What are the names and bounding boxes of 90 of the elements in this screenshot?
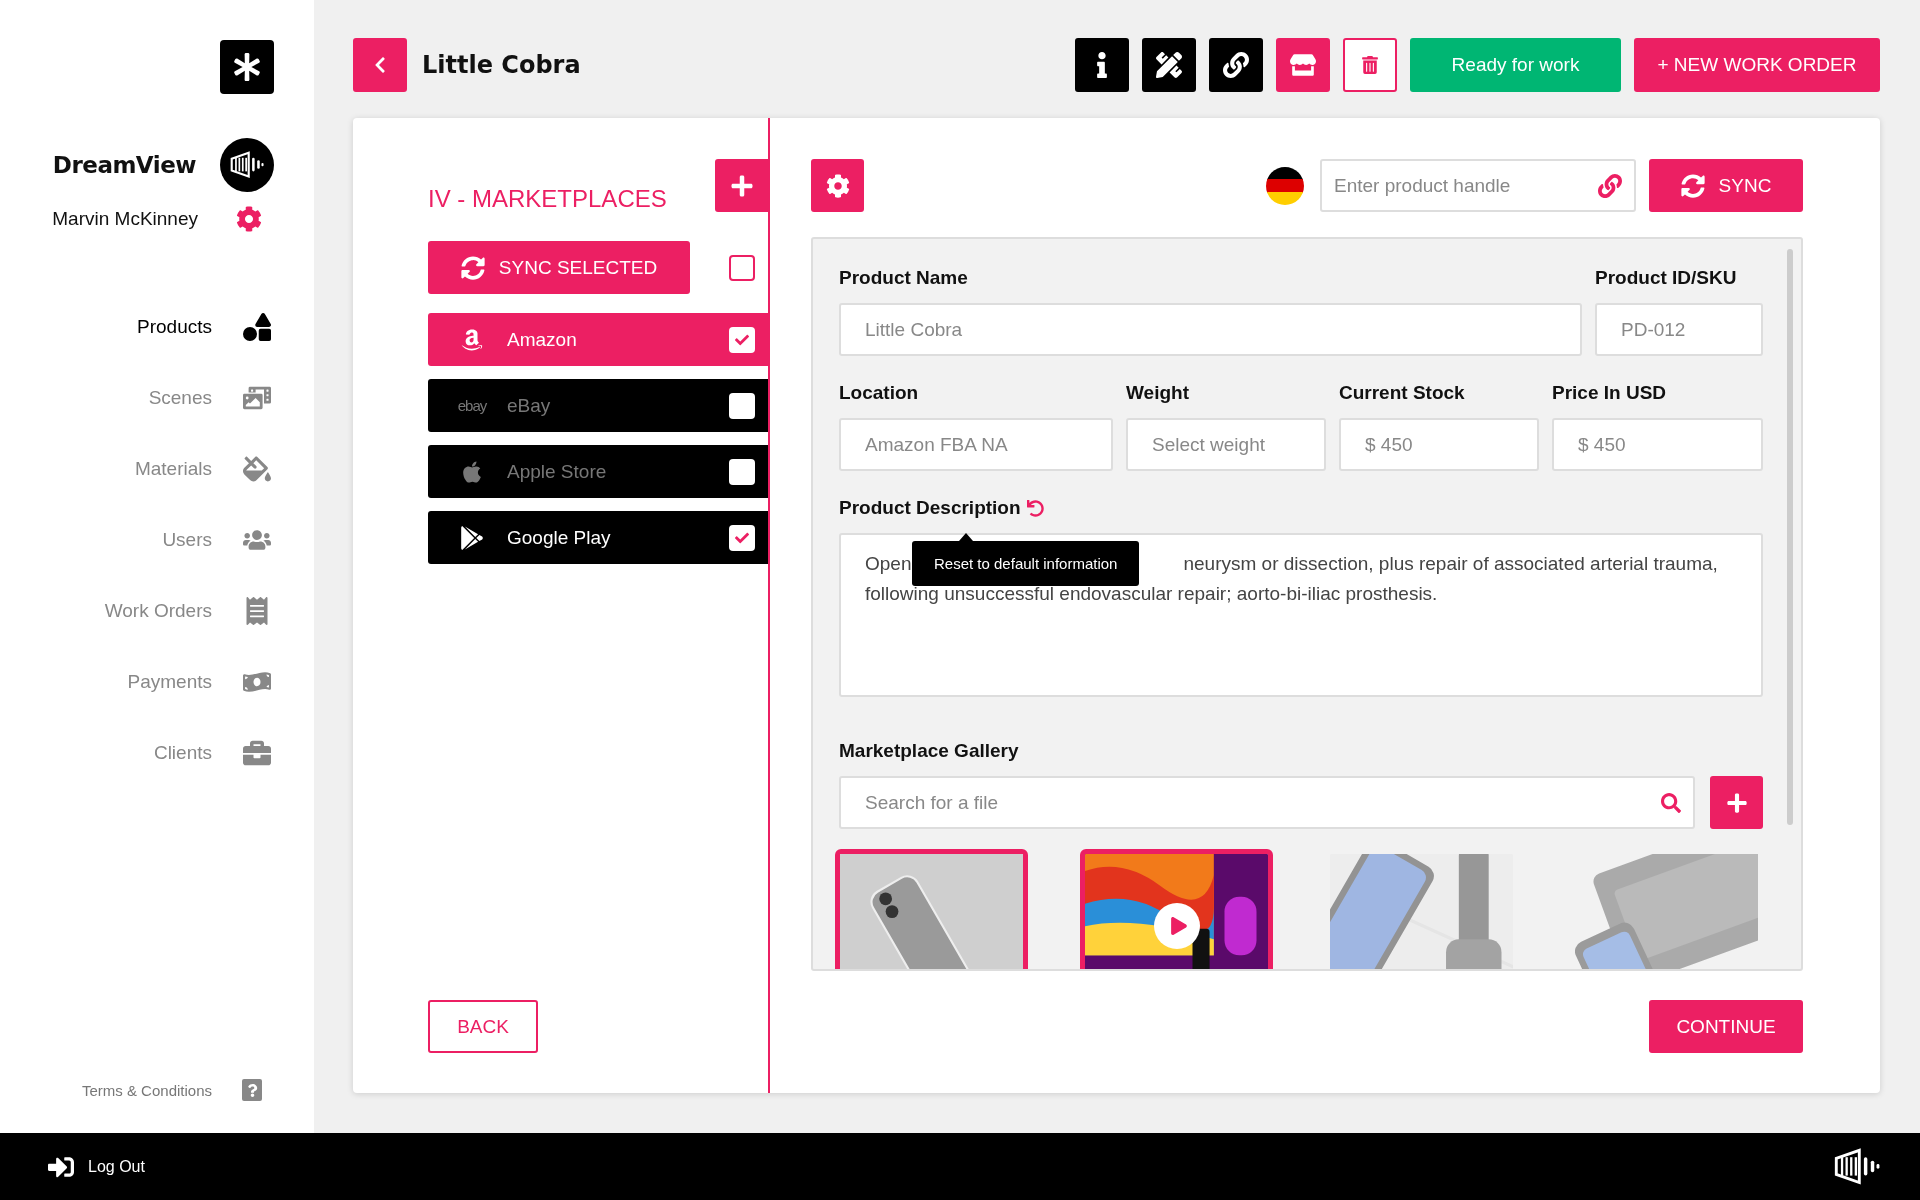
sync-icon bbox=[460, 255, 485, 280]
settings-icon bbox=[236, 206, 262, 232]
trash-icon bbox=[1361, 56, 1379, 74]
link-icon bbox=[1223, 52, 1249, 78]
page-title: Little Cobra bbox=[422, 51, 582, 79]
back-text-button[interactable]: BACK bbox=[428, 1000, 538, 1053]
nav-item[interactable]: Products bbox=[104, 310, 274, 344]
logout-link[interactable]: Log Out bbox=[48, 1153, 145, 1180]
marketplace-checkbox[interactable] bbox=[729, 392, 755, 419]
field-label: Weight bbox=[1126, 382, 1190, 404]
product-handle-field[interactable]: Enter product handle bbox=[1320, 159, 1636, 212]
marketplace-logo: ebay bbox=[457, 397, 487, 414]
add-button[interactable] bbox=[715, 159, 768, 212]
input-field[interactable]: Amazon FBA NA bbox=[839, 418, 1113, 471]
app-icon[interactable] bbox=[220, 40, 274, 94]
search-icon bbox=[1661, 792, 1681, 813]
pencil-ruler-icon bbox=[1156, 52, 1182, 78]
input-field[interactable]: $ 450 bbox=[1552, 418, 1763, 471]
status-button[interactable]: Ready for work bbox=[1410, 38, 1621, 92]
field-label: Location bbox=[839, 382, 920, 404]
store-button[interactable] bbox=[1276, 38, 1330, 92]
settings-icon bbox=[825, 173, 850, 198]
shapes-icon bbox=[243, 313, 271, 341]
apple-icon bbox=[460, 459, 484, 484]
tooltip: Reset to default information bbox=[912, 541, 1140, 586]
sync-selected-button[interactable]: SYNC SELECTED bbox=[428, 241, 690, 294]
delete-button[interactable] bbox=[1343, 38, 1397, 92]
nav-item[interactable]: Clients bbox=[104, 736, 274, 770]
marketplace-item[interactable]: Amazon bbox=[428, 313, 768, 366]
marketplace-name: Google Play bbox=[507, 526, 612, 549]
section-title: IV - MARKETPLACES bbox=[428, 184, 667, 213]
info-button[interactable] bbox=[1075, 38, 1129, 92]
logo-icon bbox=[1834, 1148, 1880, 1185]
marketplace-name: Amazon bbox=[507, 328, 578, 351]
settings-button[interactable] bbox=[811, 159, 864, 212]
reset-icon bbox=[1026, 499, 1044, 517]
marketplace-item[interactable]: Apple Store bbox=[428, 445, 768, 498]
sync-button[interactable]: SYNC bbox=[1649, 159, 1803, 212]
description-text: Open bbox=[865, 552, 912, 576]
link-button[interactable] bbox=[1209, 38, 1263, 92]
store-icon bbox=[1290, 52, 1316, 78]
field-label: Product ID/SKU bbox=[1595, 267, 1738, 289]
nav-item[interactable]: Work Orders bbox=[104, 594, 274, 628]
field-label: Price In USD bbox=[1552, 382, 1668, 404]
help-icon[interactable] bbox=[242, 1079, 262, 1101]
marketplace-checkbox[interactable] bbox=[729, 458, 755, 485]
marketplace-name: eBay bbox=[507, 394, 552, 417]
link-icon bbox=[1598, 173, 1622, 198]
continue-button[interactable]: CONTINUE bbox=[1649, 1000, 1803, 1053]
scrollbar[interactable] bbox=[1787, 249, 1793, 825]
flag-icon[interactable] bbox=[1265, 165, 1305, 206]
photos-icon bbox=[243, 384, 271, 412]
paint-bucket-icon bbox=[243, 455, 271, 483]
plus-icon bbox=[1725, 791, 1748, 814]
new-work-order-button[interactable]: + NEW WORK ORDER bbox=[1634, 38, 1880, 92]
input-field[interactable]: PD-012 bbox=[1595, 303, 1763, 356]
sync-icon bbox=[1680, 173, 1705, 198]
nav-item[interactable]: Materials bbox=[104, 452, 274, 486]
field-label: Marketplace Gallery bbox=[839, 740, 1020, 762]
logo-icon bbox=[230, 151, 264, 179]
input-field[interactable]: Select weight bbox=[1126, 418, 1326, 471]
marketplace-checkbox[interactable] bbox=[729, 326, 755, 353]
input-field[interactable]: $ 450 bbox=[1339, 418, 1539, 471]
terms-link[interactable]: Terms & Conditions bbox=[81, 1081, 212, 1099]
pencil-ruler-button[interactable] bbox=[1142, 38, 1196, 92]
plus-icon bbox=[729, 173, 754, 198]
nav-item[interactable]: Users bbox=[104, 523, 274, 557]
marketplace-checkbox[interactable] bbox=[729, 524, 755, 551]
nav-item[interactable]: Payments bbox=[104, 665, 274, 699]
check-icon bbox=[735, 332, 749, 347]
field-label: Current Stock bbox=[1339, 382, 1466, 404]
select-all-checkbox[interactable] bbox=[729, 254, 755, 281]
add-file-button[interactable] bbox=[1710, 776, 1763, 829]
user-name: Marvin McKinney bbox=[52, 208, 198, 230]
nav-item[interactable]: Scenes bbox=[104, 381, 274, 415]
marketplace-item[interactable]: Google Play bbox=[428, 511, 768, 564]
amazon-icon bbox=[460, 327, 484, 352]
check-icon bbox=[735, 530, 749, 545]
marketplace-item[interactable]: ebay eBay bbox=[428, 379, 768, 432]
marketplace-name: Apple Store bbox=[507, 460, 608, 483]
search-field[interactable]: Search for a file bbox=[839, 776, 1695, 829]
play-store-icon bbox=[460, 525, 484, 550]
description-text: neurysm or dissection, plus repair of associated arterial trauma, bbox=[1183, 552, 1718, 576]
brand-name: DreamView bbox=[52, 152, 196, 178]
field-label: Product Name bbox=[839, 267, 969, 289]
input-field[interactable]: Little Cobra bbox=[839, 303, 1582, 356]
play-icon bbox=[1169, 917, 1188, 935]
asterisk-icon bbox=[233, 53, 261, 81]
field-label: Product Description bbox=[839, 497, 1021, 519]
briefcase-icon bbox=[243, 739, 271, 767]
